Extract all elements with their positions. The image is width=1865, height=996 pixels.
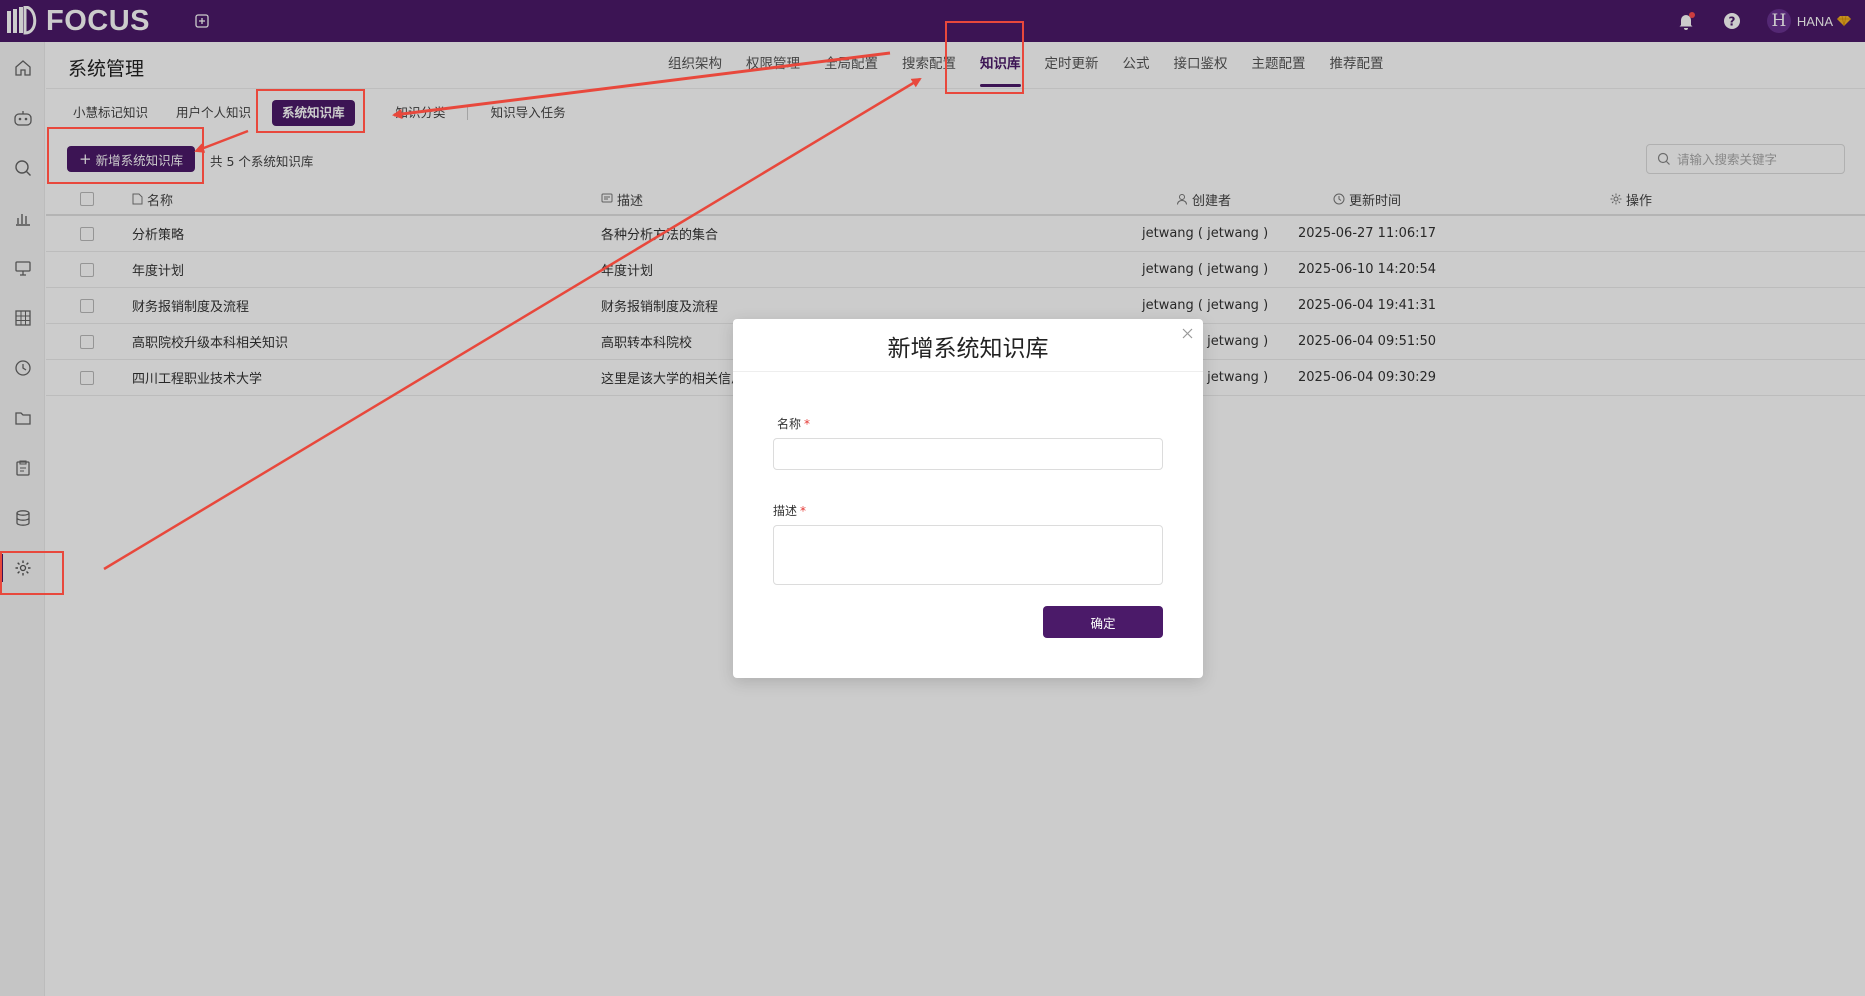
desc-textarea[interactable] (773, 525, 1163, 585)
required-mark: * (800, 504, 807, 518)
desc-label-text: 描述 (773, 504, 798, 518)
modal-title: 新增系统知识库 (887, 336, 1049, 362)
confirm-button[interactable]: 确定 (1043, 606, 1163, 638)
name-label-text: 名称 (777, 417, 802, 431)
close-icon (1182, 328, 1192, 338)
modal-close-button[interactable] (1179, 325, 1195, 341)
required-mark: * (804, 417, 811, 431)
name-input[interactable] (773, 438, 1163, 470)
name-field-label: 名称 * (777, 415, 810, 432)
modal-title-divider (733, 371, 1203, 372)
desc-field-label: 描述 * (773, 502, 806, 519)
add-knowledge-modal: 新增系统知识库 名称 * 描述 * 确定 (733, 319, 1203, 678)
